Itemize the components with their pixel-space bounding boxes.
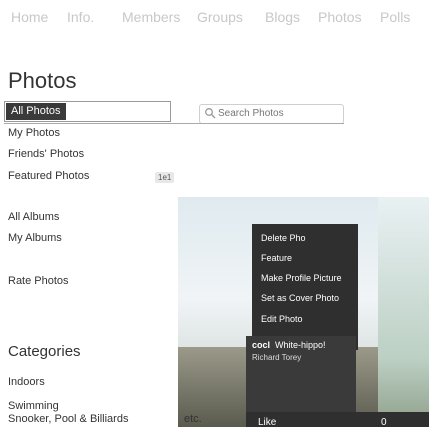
card-bold-prefix: cocl	[252, 340, 271, 350]
featured-count-badge: 1e1	[155, 172, 175, 183]
photo-context-menu: Delete Pho Feature Make Profile Picture …	[252, 224, 358, 350]
search-icon	[205, 108, 216, 119]
search-input[interactable]	[218, 106, 338, 120]
nav-blogs[interactable]: Blogs	[265, 9, 300, 25]
link-friends-photos[interactable]: Friends' Photos	[8, 148, 84, 160]
tab-underline	[4, 123, 344, 124]
menu-set-cover[interactable]: Set as Cover Photo	[261, 293, 339, 303]
search-box	[199, 104, 344, 124]
category-swimming[interactable]: Swimming	[8, 400, 59, 412]
page-title: Photos	[8, 68, 77, 93]
top-navigation: Home Info. Members Groups Blogs Photos P…	[0, 0, 429, 34]
nav-photos[interactable]: Photos	[318, 9, 362, 25]
link-all-albums[interactable]: All Albums	[8, 211, 59, 223]
tab-bar: All Photos	[4, 101, 171, 122]
menu-edit-photo[interactable]: Edit Photo	[261, 314, 303, 324]
category-snooker[interactable]: Snooker, Pool & Billiards	[8, 413, 128, 425]
menu-make-profile[interactable]: Make Profile Picture	[261, 273, 342, 283]
link-featured-photos[interactable]: Featured Photos	[8, 170, 89, 182]
like-button[interactable]: Like	[258, 417, 276, 428]
categories-heading: Categories	[8, 343, 81, 360]
nav-members[interactable]: Members	[122, 9, 180, 25]
nav-polls[interactable]: Polls	[380, 9, 410, 25]
link-rate-photos[interactable]: Rate Photos	[8, 275, 69, 287]
card-author[interactable]: Richard Torey	[252, 353, 301, 362]
like-count: 0	[381, 417, 387, 428]
link-my-albums[interactable]: My Albums	[8, 232, 62, 244]
menu-feature[interactable]: Feature	[261, 253, 292, 263]
link-my-photos[interactable]: My Photos	[8, 127, 60, 139]
category-etc[interactable]: etc.	[184, 413, 202, 425]
nav-groups[interactable]: Groups	[197, 9, 243, 25]
tab-all-photos[interactable]: All Photos	[6, 103, 66, 120]
nav-home[interactable]: Home	[11, 9, 48, 25]
card-title[interactable]: White-hippo!	[275, 340, 326, 350]
nav-info[interactable]: Info.	[67, 9, 94, 25]
menu-delete-photo[interactable]: Delete Pho	[261, 233, 306, 243]
category-indoors[interactable]: Indoors	[8, 376, 45, 388]
photo-right-strip	[378, 197, 429, 427]
